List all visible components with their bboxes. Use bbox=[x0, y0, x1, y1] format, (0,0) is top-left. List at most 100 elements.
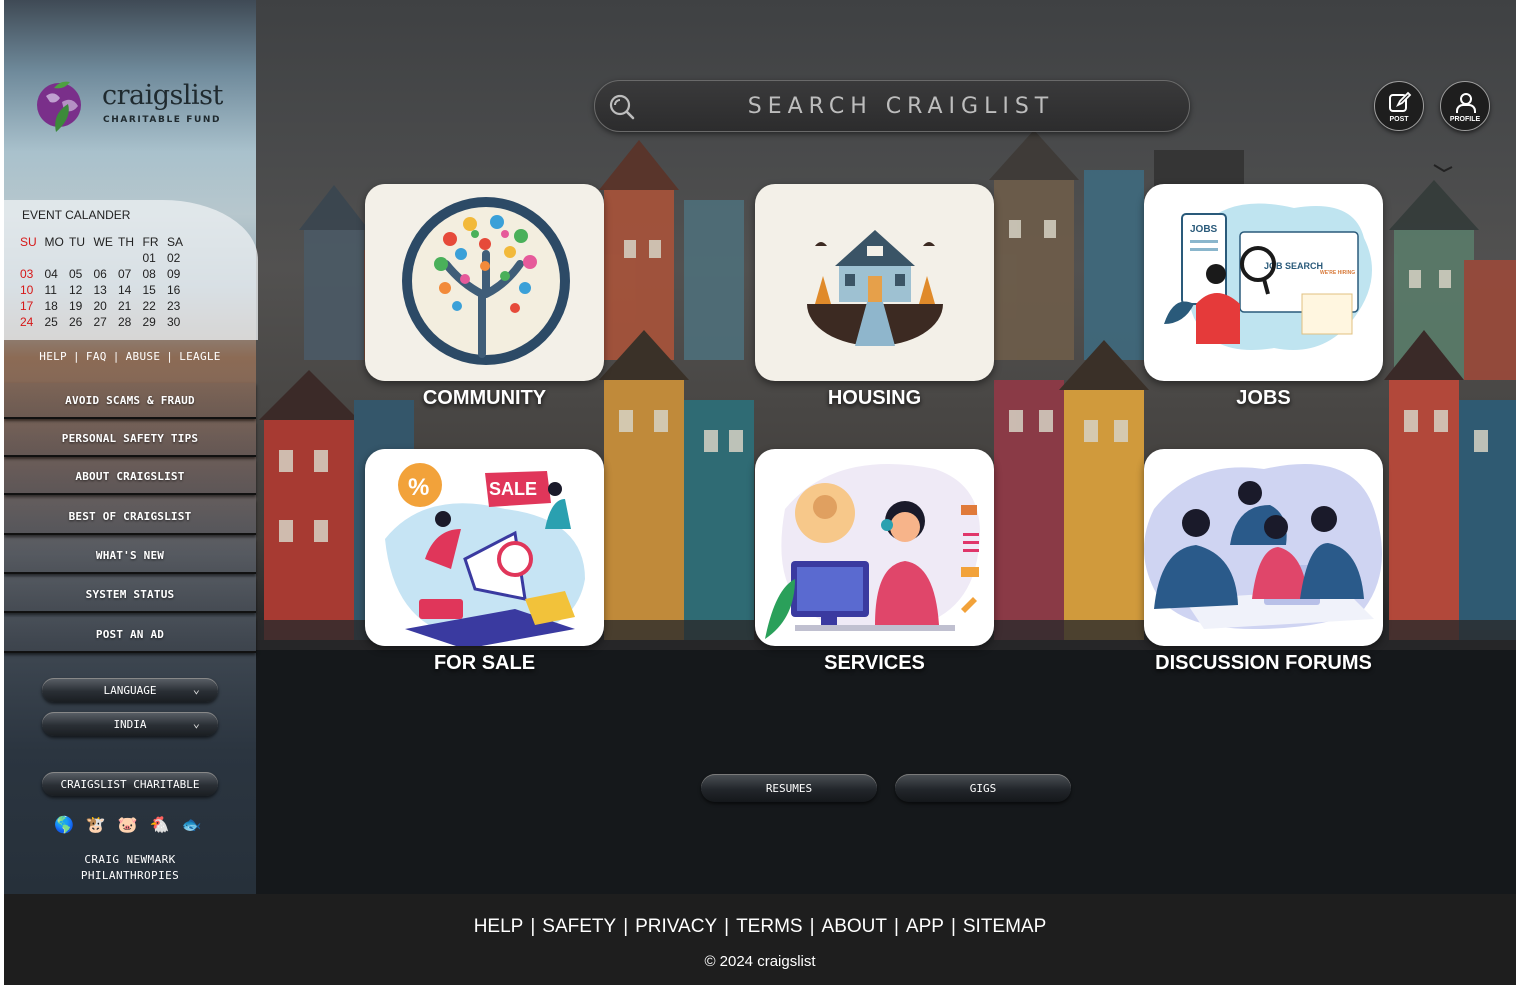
profile-label: PROFILE bbox=[1449, 116, 1481, 123]
craig-newmark-credit[interactable]: CRAIG NEWMARK PHILANTHROPIES bbox=[4, 852, 256, 884]
calendar-day[interactable]: 19 bbox=[69, 298, 94, 314]
globe-leaf-icon bbox=[37, 81, 81, 132]
category-label-services[interactable]: SERVICES bbox=[755, 652, 994, 675]
craigslist-charitable-fund-logo[interactable]: craigslist CHARITABLE FUND bbox=[32, 76, 223, 136]
post-button[interactable]: POST bbox=[1374, 81, 1424, 131]
weekday-label: TU bbox=[69, 235, 85, 249]
footer-link-about[interactable]: ABOUT bbox=[822, 916, 887, 937]
percent-text: % bbox=[408, 474, 429, 501]
calendar-day[interactable]: 15 bbox=[143, 282, 168, 298]
calendar-day[interactable]: 13 bbox=[94, 282, 119, 298]
cow-icon[interactable]: 🐮 bbox=[86, 815, 106, 835]
whats-new-button[interactable]: WHAT'S NEW bbox=[4, 538, 256, 574]
weekday-label: FR bbox=[142, 235, 159, 249]
globe-icon[interactable]: 🌎 bbox=[54, 815, 74, 835]
calendar-day[interactable]: 20 bbox=[94, 298, 119, 314]
post-an-ad-button[interactable]: POST AN AD bbox=[4, 617, 256, 653]
event-calendar: EVENT CALANDER SU MO TU WE TH FR SA 01 0… bbox=[4, 200, 258, 340]
community-card[interactable] bbox=[365, 184, 604, 381]
faq-link[interactable]: FAQ bbox=[86, 350, 107, 363]
help-link[interactable]: HELP bbox=[39, 350, 67, 363]
weekday-label: SA bbox=[167, 235, 184, 249]
calendar-day[interactable]: 25 bbox=[45, 314, 70, 330]
calendar-day[interactable] bbox=[94, 250, 119, 266]
calendar-day[interactable]: 18 bbox=[45, 298, 70, 314]
craigslist-charitable-button[interactable]: CRAIGSLIST CHARITABLE bbox=[42, 772, 218, 796]
abuse-link[interactable]: ABUSE bbox=[126, 350, 161, 363]
calendar-day[interactable]: 27 bbox=[94, 314, 119, 330]
for-sale-card[interactable]: % SALE bbox=[365, 449, 604, 646]
about-craigslist-button[interactable]: ABOUT CRAIGSLIST bbox=[4, 459, 256, 495]
calendar-day[interactable]: 23 bbox=[167, 298, 192, 314]
resumes-button[interactable]: RESUMES bbox=[701, 774, 877, 802]
calendar-day[interactable]: 17 bbox=[20, 298, 45, 314]
weekday-label: WE bbox=[93, 235, 113, 249]
category-label-community[interactable]: COMMUNITY bbox=[365, 387, 604, 410]
discussion-forums-card[interactable] bbox=[1144, 449, 1383, 646]
calendar-day[interactable]: 24 bbox=[20, 314, 45, 330]
gigs-button[interactable]: GIGS bbox=[895, 774, 1071, 802]
footer-link-safety[interactable]: SAFETY bbox=[542, 916, 616, 937]
calendar-day[interactable]: 12 bbox=[69, 282, 94, 298]
footer-link-privacy[interactable]: PRIVACY bbox=[635, 916, 717, 937]
search-bar[interactable]: SEARCH CRAIGLIST bbox=[594, 80, 1190, 132]
calendar-day[interactable] bbox=[20, 250, 45, 266]
system-status-button[interactable]: SYSTEM STATUS bbox=[4, 577, 256, 613]
calendar-day[interactable] bbox=[118, 250, 143, 266]
pig-icon[interactable]: 🐷 bbox=[118, 815, 138, 835]
chicken-icon[interactable]: 🐔 bbox=[150, 815, 170, 835]
calendar-day[interactable]: 02 bbox=[167, 250, 192, 266]
calendar-day[interactable]: 01 bbox=[143, 250, 168, 266]
footer-link-sitemap[interactable]: SITEMAP bbox=[963, 916, 1046, 937]
footer-link-app[interactable]: APP bbox=[906, 916, 944, 937]
calendar-day[interactable]: 16 bbox=[167, 282, 192, 298]
calendar-day[interactable]: 06 bbox=[94, 266, 119, 282]
category-label-housing[interactable]: HOUSING bbox=[755, 387, 994, 410]
profile-button[interactable]: PROFILE bbox=[1440, 81, 1490, 131]
category-label-discussion-forums[interactable]: DISCUSSION FORUMS bbox=[1144, 652, 1383, 675]
jobs-card[interactable]: JOBS JOB SEARCH WE'RE HIRING bbox=[1144, 184, 1383, 381]
category-label-jobs[interactable]: JOBS bbox=[1144, 387, 1383, 410]
calendar-day[interactable]: 05 bbox=[69, 266, 94, 282]
calendar-day[interactable]: 14 bbox=[118, 282, 143, 298]
best-of-craigslist-button[interactable]: BEST OF CRAIGSLIST bbox=[4, 499, 256, 535]
credit-line-1: CRAIG NEWMARK bbox=[84, 853, 176, 866]
calendar-day[interactable]: 21 bbox=[118, 298, 143, 314]
footer-link-help[interactable]: HELP bbox=[474, 916, 524, 937]
calendar-week: 01 02 bbox=[20, 250, 192, 266]
housing-card[interactable] bbox=[755, 184, 994, 381]
logo-subtitle: CHARITABLE FUND bbox=[103, 115, 222, 125]
community-tree-image bbox=[402, 197, 570, 365]
calendar-day[interactable]: 22 bbox=[143, 298, 168, 314]
footer-links: HELP | SAFETY | PRIVACY | TERMS | ABOUT | APP | SITE… bbox=[473, 916, 1047, 937]
calendar-day[interactable]: 11 bbox=[45, 282, 70, 298]
sidebar: craigslist CHARITABLE FUND EVENT CALANDE… bbox=[4, 0, 258, 894]
category-label-for-sale[interactable]: FOR SALE bbox=[365, 652, 604, 675]
country-select[interactable]: INDIA ⌄ bbox=[42, 712, 218, 736]
calendar-day[interactable]: 03 bbox=[20, 266, 45, 282]
calendar-day[interactable]: 04 bbox=[45, 266, 70, 282]
language-select[interactable]: LANGUAGE ⌄ bbox=[42, 678, 218, 702]
calendar-day[interactable]: 26 bbox=[69, 314, 94, 330]
country-select-value: INDIA bbox=[113, 717, 147, 731]
calendar-day[interactable]: 10 bbox=[20, 282, 45, 298]
calendar-day[interactable]: 08 bbox=[143, 266, 168, 282]
chevron-down-icon: ⌄ bbox=[192, 716, 200, 730]
calendar-day[interactable]: 30 bbox=[167, 314, 192, 330]
legal-link[interactable]: LEAGLE bbox=[179, 350, 221, 363]
calendar-day[interactable] bbox=[45, 250, 70, 266]
calendar-day[interactable]: 07 bbox=[118, 266, 143, 282]
fish-icon[interactable]: 🐟 bbox=[182, 815, 202, 835]
calendar-day[interactable]: 29 bbox=[143, 314, 168, 330]
calendar-day[interactable] bbox=[69, 250, 94, 266]
chevron-down-icon: ⌄ bbox=[192, 682, 200, 696]
services-card[interactable] bbox=[755, 449, 994, 646]
avoid-scams-button[interactable]: AVOID SCAMS & FRAUD bbox=[4, 383, 256, 419]
calendar-day[interactable]: 09 bbox=[167, 266, 192, 282]
calendar-day[interactable]: 28 bbox=[118, 314, 143, 330]
edit-icon bbox=[1389, 91, 1412, 112]
weekday-label: TH bbox=[118, 235, 134, 249]
footer-link-terms[interactable]: TERMS bbox=[736, 916, 803, 937]
personal-safety-tips-button[interactable]: PERSONAL SAFETY TIPS bbox=[4, 421, 256, 457]
weekday-label: MO bbox=[44, 235, 64, 249]
